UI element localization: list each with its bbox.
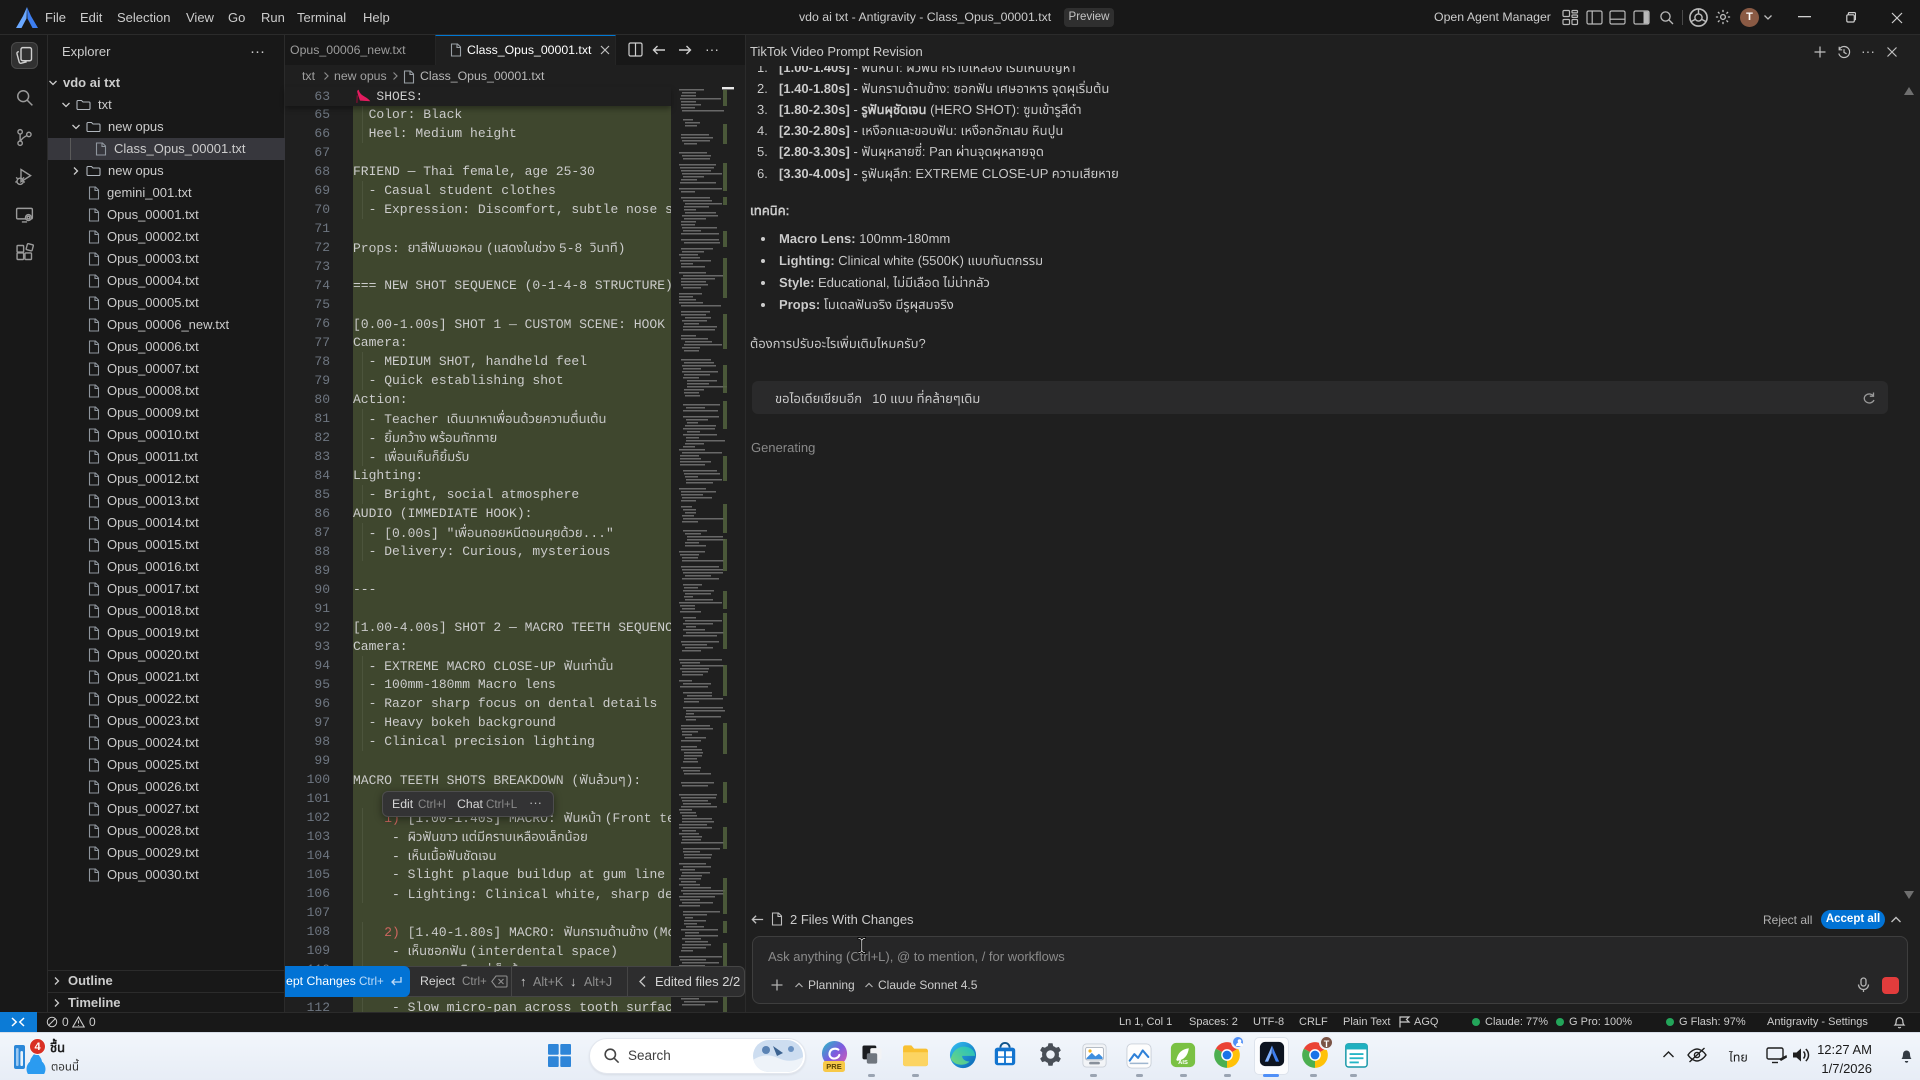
svg-text:AIS: AIS bbox=[1178, 1060, 1188, 1066]
